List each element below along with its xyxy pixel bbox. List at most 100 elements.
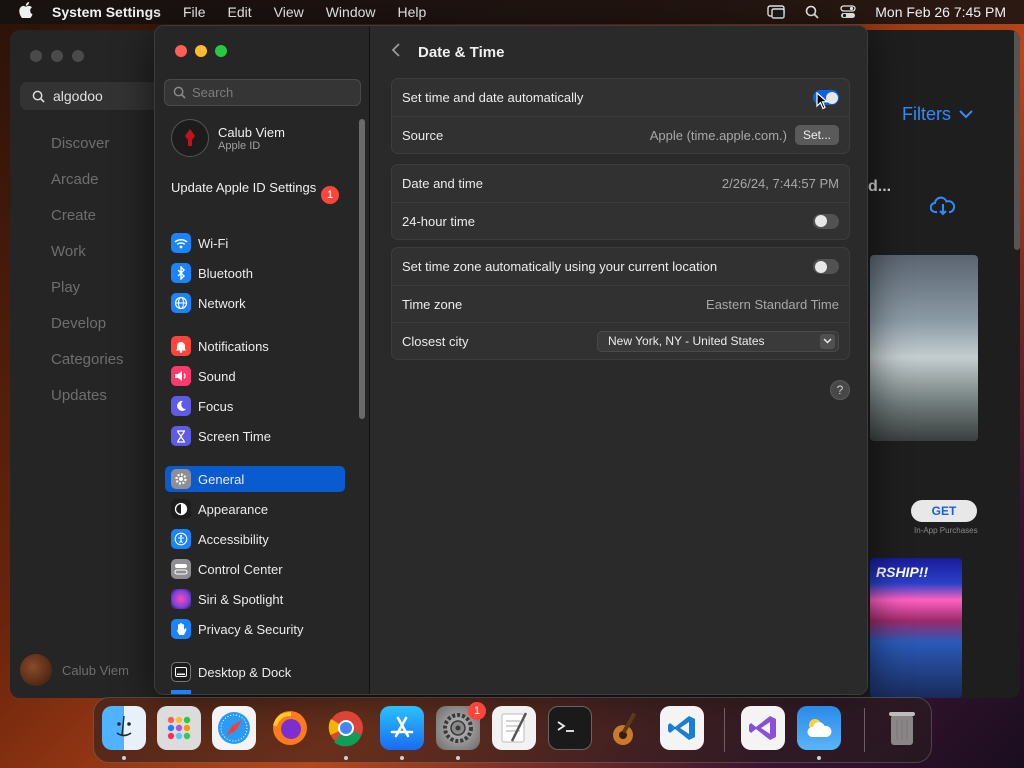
account-subtitle: Apple ID [218,139,261,152]
toggle-knob [814,260,827,273]
sidebar-item-label: Siri & Spotlight [198,591,284,607]
spotlight-search-icon[interactable] [803,5,821,19]
nav-arcade[interactable]: Arcade [51,170,124,206]
nav-create[interactable]: Create [51,206,124,242]
promo-text: RSHIP!! [876,564,929,580]
nav-discover[interactable]: Discover [51,134,124,170]
closest-city-select[interactable]: New York, NY - United States [597,330,839,352]
apple-menu-icon[interactable] [0,1,52,23]
chevron-down-icon [820,333,835,349]
minimize-button[interactable] [195,45,207,57]
menu-window[interactable]: Window [315,4,387,20]
auto-tz-toggle[interactable] [813,259,839,274]
get-button[interactable]: GET [911,500,977,522]
system-settings-badge: 1 [468,702,486,720]
display-icon [171,690,191,694]
sidebar-item-label: Network [198,295,246,311]
help-button[interactable]: ? [830,380,850,400]
app-store-scrollbar[interactable] [1014,30,1020,250]
filters-button[interactable]: Filters [902,104,973,125]
sidebar-item-appearance[interactable]: Appearance [165,496,345,522]
hour24-toggle[interactable] [813,213,839,229]
sidebar-item-bluetooth[interactable]: Bluetooth [165,260,345,286]
nav-play[interactable]: Play [51,278,124,314]
search-input[interactable] [192,85,352,100]
in-app-purchases-label: In-App Purchases [914,526,978,535]
sidebar-item-accessibility[interactable]: Accessibility [165,526,345,552]
auto-time-row: Set time and date automatically [392,79,849,116]
inactive-close-button[interactable] [30,50,42,62]
sidebar-item-partial[interactable] [165,690,345,694]
inactive-minimize-button[interactable] [51,50,63,62]
sidebar-item-sound[interactable]: Sound [165,363,345,389]
sidebar-item-general[interactable]: General [165,466,345,492]
sidebar-item-label: Privacy & Security [198,621,304,637]
account-name: Calub Viem [218,124,285,140]
weather-icon[interactable] [797,706,841,750]
zoom-button[interactable] [215,45,227,57]
nav-develop[interactable]: Develop [51,314,124,350]
menu-file[interactable]: File [172,4,217,20]
settings-search-field[interactable] [164,79,361,106]
sidebar-item-label: Notifications [198,338,269,354]
hour24-row: 24-hour time [392,202,849,239]
sidebar-item-wifi[interactable]: Wi-Fi [165,230,345,256]
safari-icon[interactable] [212,706,256,750]
visual-studio-icon[interactable] [741,706,785,750]
trash-icon[interactable] [880,706,924,750]
vscode-icon[interactable] [660,706,704,750]
nav-updates[interactable]: Updates [51,386,124,422]
close-button[interactable] [175,45,187,57]
menu-edit[interactable]: Edit [217,4,263,20]
sidebar-item-control-center[interactable]: Control Center [165,556,345,582]
pane-header: Date & Time [391,43,504,62]
set-source-button[interactable]: Set... [794,125,839,145]
sidebar-item-siri-spotlight[interactable]: Siri & Spotlight [165,586,345,612]
sidebar-item-label: Appearance [198,501,269,517]
avatar [20,654,52,686]
cloud-download-icon[interactable] [929,196,956,221]
toggle-knob [814,215,827,227]
sidebar-scrollbar[interactable] [359,119,365,419]
garageband-icon[interactable] [604,706,648,750]
game-promo-image[interactable]: RSHIP!! [870,558,962,698]
avatar [171,119,209,157]
launchpad-icon[interactable] [157,706,201,750]
sidebar-item-screen-time[interactable]: Screen Time [165,423,345,449]
sidebar-item-focus[interactable]: Focus [165,393,345,419]
app-result-title[interactable]: d... [868,178,891,196]
menu-app-name[interactable]: System Settings [52,4,172,20]
nav-categories[interactable]: Categories [51,350,124,386]
control-center-icon[interactable] [839,5,857,19]
app-store-search-field[interactable]: algodoo [20,82,170,110]
app-store-icon[interactable] [380,706,424,750]
update-badge: 1 [321,186,339,204]
menu-clock[interactable]: Mon Feb 26 7:45 PM [875,4,1006,20]
firefox-icon[interactable] [268,706,312,750]
menu-help[interactable]: Help [387,4,438,20]
app-store-account[interactable]: Calub Viem [20,654,129,686]
page-title: Date & Time [418,44,505,61]
update-apple-id-settings[interactable]: Update Apple ID Settings [171,180,341,196]
time-zone-group: Set time zone automatically using your c… [391,247,850,360]
terminal-icon[interactable] [548,706,592,750]
chrome-icon[interactable] [324,706,368,750]
game-screenshot[interactable] [870,255,978,441]
hand-icon [171,619,191,639]
filters-label: Filters [902,104,951,124]
sidebar-item-privacy-security[interactable]: Privacy & Security [165,616,345,642]
wifi-icon [171,233,191,253]
sidebar-item-notifications[interactable]: Notifications [165,333,345,359]
inactive-zoom-button[interactable] [72,50,84,62]
apple-id-account[interactable]: Calub Viem Apple ID [171,119,285,157]
sidebar-item-network[interactable]: Network [165,290,345,316]
textedit-icon[interactable] [492,706,536,750]
back-chevron-icon[interactable] [391,43,400,62]
screen-mirroring-icon[interactable] [767,5,785,19]
finder-icon[interactable] [102,706,146,750]
sidebar-item-desktop-dock[interactable]: Desktop & Dock [165,659,345,685]
sidebar-item-label: Desktop & Dock [198,664,292,680]
nav-work[interactable]: Work [51,242,124,278]
menu-view[interactable]: View [263,4,315,20]
dock-separator [864,708,865,752]
